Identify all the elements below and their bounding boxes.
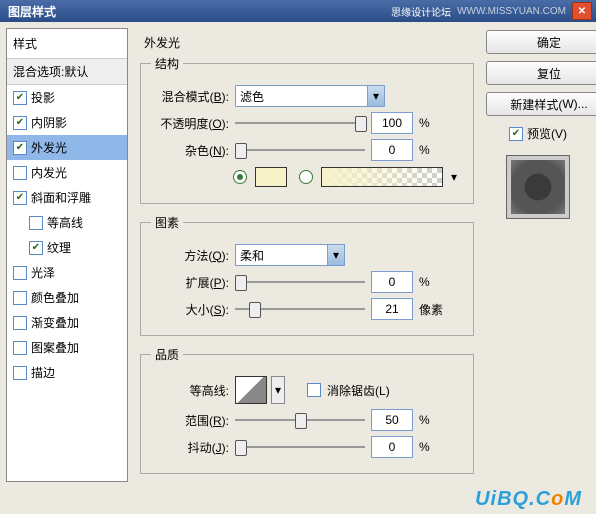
range-slider[interactable] [235,410,365,430]
style-checkbox[interactable] [13,116,27,130]
style-item-5[interactable]: 等高线 [7,210,127,235]
size-slider[interactable] [235,299,365,319]
action-buttons: 确定 复位 新建样式(W)... 预览(V) [486,28,590,482]
style-item-7[interactable]: 光泽 [7,260,127,285]
style-item-10[interactable]: 图案叠加 [7,335,127,360]
window-title: 图层样式 [8,3,56,20]
range-input[interactable] [371,409,413,431]
style-item-label: 斜面和浮雕 [31,189,91,206]
jitter-label: 抖动(J): [151,439,229,456]
size-input[interactable] [371,298,413,320]
chevron-down-icon[interactable]: ▾ [271,376,285,404]
jitter-input[interactable] [371,436,413,458]
gradient-picker[interactable] [321,167,443,187]
style-item-label: 内阴影 [31,114,67,131]
elements-group: 图素 方法(Q): 柔和 ▾ 扩展(P): % 大小(S): [140,214,474,336]
style-item-label: 等高线 [47,214,83,231]
style-item-1[interactable]: 内阴影 [7,110,127,135]
style-item-label: 渐变叠加 [31,314,79,331]
technique-label: 方法(Q): [151,247,229,264]
brand-text: 思缘设计论坛 [391,4,451,19]
style-checkbox[interactable] [13,366,27,380]
style-item-3[interactable]: 内发光 [7,160,127,185]
preview-checkbox[interactable] [509,127,523,141]
gradient-radio[interactable] [299,170,313,184]
style-item-label: 光泽 [31,264,55,281]
chevron-down-icon[interactable]: ▾ [451,170,457,184]
opacity-input[interactable] [371,112,413,134]
range-label: 范围(R): [151,412,229,429]
style-checkbox[interactable] [13,91,27,105]
preview-label: 预览(V) [527,125,567,142]
spread-input[interactable] [371,271,413,293]
style-list: 投影内阴影外发光内发光斜面和浮雕等高线纹理光泽颜色叠加渐变叠加图案叠加描边 [7,85,127,481]
style-item-label: 纹理 [47,239,71,256]
structure-group: 结构 混合模式(B): 滤色 ▾ 不透明度(O): % 杂色(N): [140,55,474,204]
style-item-label: 外发光 [31,139,67,156]
antialias-label: 消除锯齿(L) [327,382,390,399]
titlebar[interactable]: 图层样式 思缘设计论坛 WWW.MISSYUAN.COM ✕ [0,0,596,22]
close-icon[interactable]: ✕ [572,2,592,20]
contour-label: 等高线: [151,382,229,399]
style-checkbox[interactable] [13,141,27,155]
style-checkbox[interactable] [13,341,27,355]
blend-mode-dropdown[interactable]: 滤色 ▾ [235,85,385,107]
color-swatch[interactable] [255,167,287,187]
style-checkbox[interactable] [13,291,27,305]
elements-legend: 图素 [151,214,183,231]
styles-panel: 样式 混合选项:默认 投影内阴影外发光内发光斜面和浮雕等高线纹理光泽颜色叠加渐变… [6,28,128,482]
technique-dropdown[interactable]: 柔和 ▾ [235,244,345,266]
color-radio[interactable] [233,170,247,184]
style-checkbox[interactable] [13,316,27,330]
opacity-label: 不透明度(O): [151,115,229,132]
quality-legend: 品质 [151,346,183,363]
noise-input[interactable] [371,139,413,161]
layer-style-dialog: 图层样式 思缘设计论坛 WWW.MISSYUAN.COM ✕ 样式 混合选项:默… [0,0,596,514]
style-item-label: 内发光 [31,164,67,181]
styles-header[interactable]: 样式 [7,29,127,59]
new-style-button[interactable]: 新建样式(W)... [486,92,596,116]
jitter-slider[interactable] [235,437,365,457]
style-item-0[interactable]: 投影 [7,85,127,110]
style-item-8[interactable]: 颜色叠加 [7,285,127,310]
style-checkbox[interactable] [13,266,27,280]
ok-button[interactable]: 确定 [486,30,596,54]
noise-label: 杂色(N): [151,142,229,159]
watermark: UiBQ.CoM [0,488,596,511]
style-item-11[interactable]: 描边 [7,360,127,385]
spread-slider[interactable] [235,272,365,292]
style-item-label: 投影 [31,89,55,106]
spread-label: 扩展(P): [151,274,229,291]
blend-mode-label: 混合模式(B): [151,88,229,105]
style-item-6[interactable]: 纹理 [7,235,127,260]
size-label: 大小(S): [151,301,229,318]
style-checkbox[interactable] [29,216,43,230]
style-item-label: 图案叠加 [31,339,79,356]
chevron-down-icon: ▾ [367,86,384,106]
cancel-button[interactable]: 复位 [486,61,596,85]
chevron-down-icon: ▾ [327,245,344,265]
options-panel: 外发光 结构 混合模式(B): 滤色 ▾ 不透明度(O): % [132,28,482,482]
style-checkbox[interactable] [29,241,43,255]
noise-slider[interactable] [235,140,365,160]
style-item-9[interactable]: 渐变叠加 [7,310,127,335]
style-item-2[interactable]: 外发光 [7,135,127,160]
opacity-slider[interactable] [235,113,365,133]
style-item-4[interactable]: 斜面和浮雕 [7,185,127,210]
blend-options-default[interactable]: 混合选项:默认 [7,59,127,85]
quality-group: 品质 等高线: ▾ 消除锯齿(L) 范围(R): % 抖动(J): [140,346,474,474]
style-checkbox[interactable] [13,191,27,205]
preview-thumbnail [506,155,570,219]
style-item-label: 描边 [31,364,55,381]
style-checkbox[interactable] [13,166,27,180]
contour-picker[interactable] [235,376,267,404]
style-item-label: 颜色叠加 [31,289,79,306]
brand-url: WWW.MISSYUAN.COM [457,6,566,17]
structure-legend: 结构 [151,55,183,72]
antialias-checkbox[interactable] [307,383,321,397]
section-title: 外发光 [144,34,474,51]
